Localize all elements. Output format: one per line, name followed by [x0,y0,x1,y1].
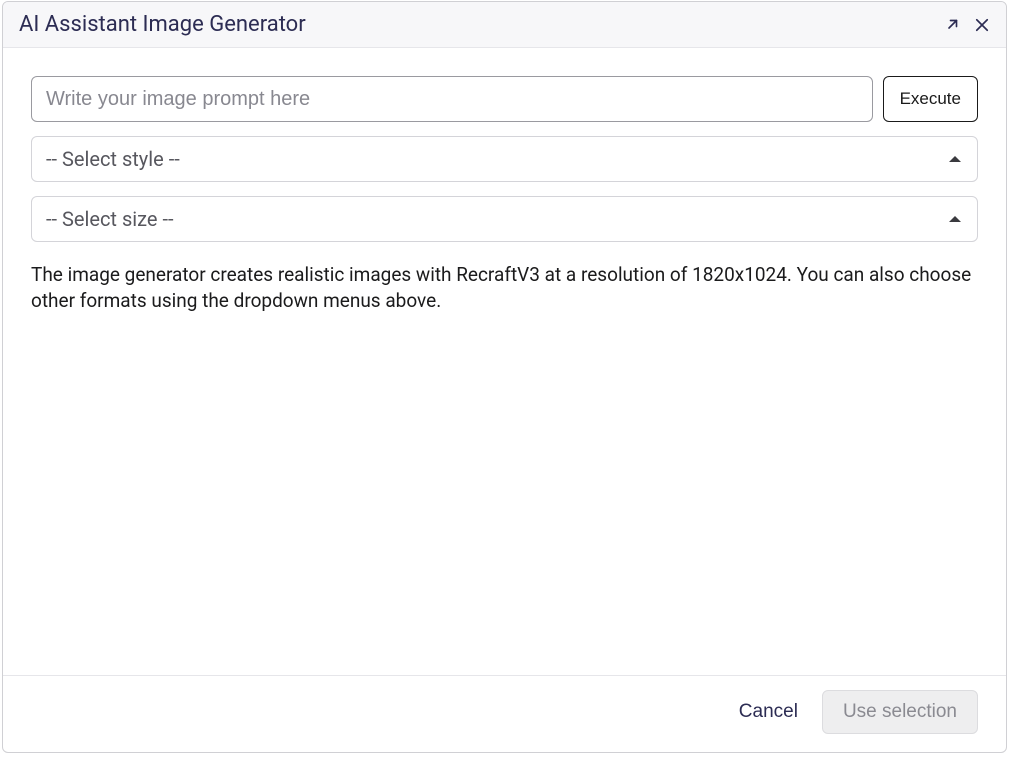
description-text: The image generator creates realistic im… [31,262,978,313]
size-select-placeholder: -- Select size -- [46,207,174,231]
execute-button[interactable]: Execute [883,76,978,122]
close-icon[interactable] [972,15,992,35]
prompt-input[interactable] [31,76,873,122]
caret-up-icon [949,216,961,222]
style-select[interactable]: -- Select style -- [31,136,978,182]
cancel-button[interactable]: Cancel [739,701,798,723]
modal-body: Execute -- Select style -- -- Select siz… [3,48,1006,675]
size-select[interactable]: -- Select size -- [31,196,978,242]
expand-icon[interactable] [942,15,962,35]
style-select-placeholder: -- Select style -- [46,147,180,171]
modal-title: AI Assistant Image Generator [19,12,306,37]
modal-header: AI Assistant Image Generator [3,2,1006,48]
header-actions [942,15,992,35]
modal-footer: Cancel Use selection [3,675,1006,752]
caret-up-icon [949,156,961,162]
prompt-row: Execute [31,76,978,122]
use-selection-button[interactable]: Use selection [822,690,978,734]
image-generator-modal: AI Assistant Image Generator Execute -- [2,1,1007,753]
